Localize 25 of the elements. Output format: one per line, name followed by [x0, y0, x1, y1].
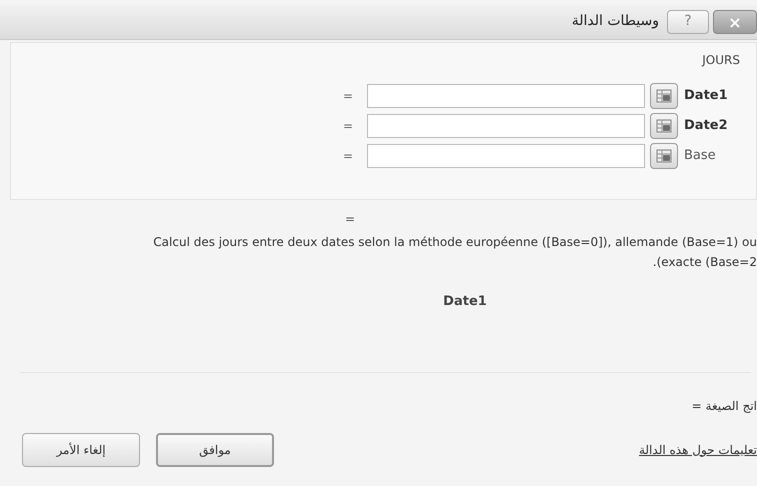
- range-select-button[interactable]: [650, 113, 678, 139]
- argument-label: Base: [684, 147, 717, 166]
- argument-label: Date2: [684, 117, 729, 136]
- argument-field[interactable]: [367, 144, 645, 168]
- equals-sign: =: [342, 148, 353, 165]
- function-description: Calcul des jours entre deux dates selon la méthode européenne ([Base=0]), allemande (Base=1) ou: [153, 234, 757, 251]
- function-description: .(exacte (Base=2: [652, 254, 757, 271]
- argument-label: Date1: [684, 87, 729, 106]
- argument-field[interactable]: [367, 114, 645, 138]
- cancel-button[interactable]: إلغاء الأمر: [22, 432, 140, 466]
- range-select-button[interactable]: [650, 83, 678, 109]
- ok-button[interactable]: موافق: [156, 432, 274, 466]
- equals-sign: =: [342, 118, 353, 135]
- argument-name: Date1: [443, 293, 487, 311]
- window-title: وسيطات الدالة: [572, 12, 659, 31]
- grid-icon: [656, 89, 672, 103]
- equals-sign: =: [342, 88, 353, 105]
- equals-sign: =: [344, 211, 356, 228]
- formula-result-label: اتج الصيغة =: [692, 398, 757, 414]
- grid-icon: [656, 149, 672, 163]
- range-select-button[interactable]: [650, 143, 678, 169]
- argument-field[interactable]: [367, 84, 645, 108]
- function-name: JOURS: [702, 52, 740, 69]
- grid-icon: [656, 119, 672, 133]
- help-link[interactable]: تعليمات حول هذه الدالة: [638, 440, 757, 458]
